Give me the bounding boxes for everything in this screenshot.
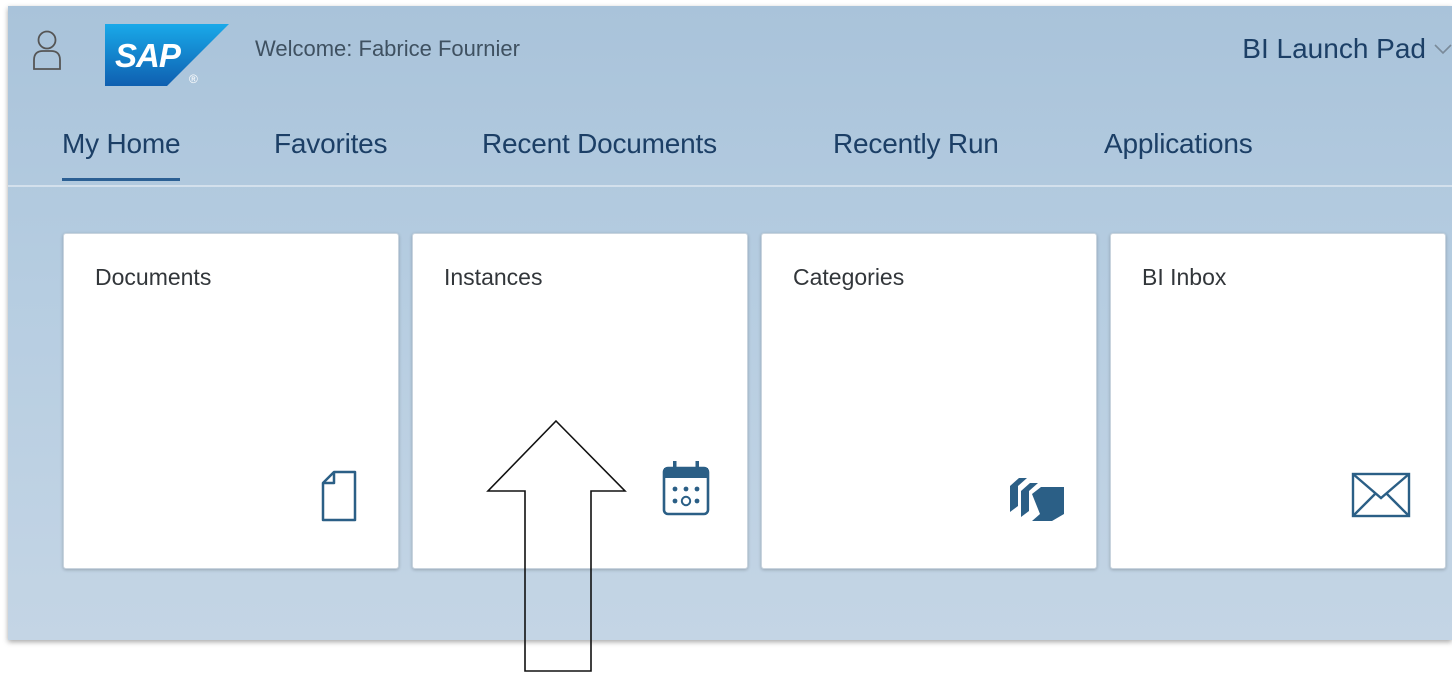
tile-instances[interactable]: Instances: [412, 233, 748, 569]
tab-bar: My Home Favorites Recent Documents Recen…: [8, 124, 1452, 186]
tab-recently-run[interactable]: Recently Run: [833, 128, 999, 160]
tile-documents[interactable]: Documents: [63, 233, 399, 569]
chevron-down-icon: [1434, 44, 1452, 55]
tile-title: Categories: [793, 264, 905, 290]
tile-bi-inbox[interactable]: BI Inbox: [1110, 233, 1446, 569]
tab-favorites[interactable]: Favorites: [274, 128, 388, 160]
document-icon: [321, 470, 357, 522]
tab-applications[interactable]: Applications: [1104, 128, 1253, 160]
tile-title: BI Inbox: [1142, 264, 1227, 290]
launchpad-shell: SAP ® Welcome: Fabrice Fournier BI Launc…: [8, 6, 1452, 640]
shell-header: SAP ® Welcome: Fabrice Fournier BI Launc…: [8, 6, 1452, 92]
svg-text:®: ®: [189, 72, 198, 86]
calendar-icon: [662, 461, 710, 516]
app-switcher-label: BI Launch Pad: [1242, 33, 1426, 64]
envelope-icon: [1351, 472, 1411, 518]
tab-bar-divider: [8, 185, 1452, 187]
sap-logo: SAP ®: [105, 24, 229, 86]
categories-icon: [1010, 478, 1064, 521]
welcome-text: Welcome: Fabrice Fournier: [255, 36, 520, 61]
svg-text:SAP: SAP: [115, 37, 182, 74]
tile-categories[interactable]: Categories: [761, 233, 1097, 569]
tile-title: Documents: [95, 264, 212, 290]
tile-title: Instances: [444, 264, 543, 290]
user-icon[interactable]: [32, 29, 62, 71]
app-switcher[interactable]: BI Launch Pad: [1242, 33, 1452, 65]
tab-my-home[interactable]: My Home: [62, 128, 181, 181]
tab-recent-documents[interactable]: Recent Documents: [482, 128, 717, 160]
